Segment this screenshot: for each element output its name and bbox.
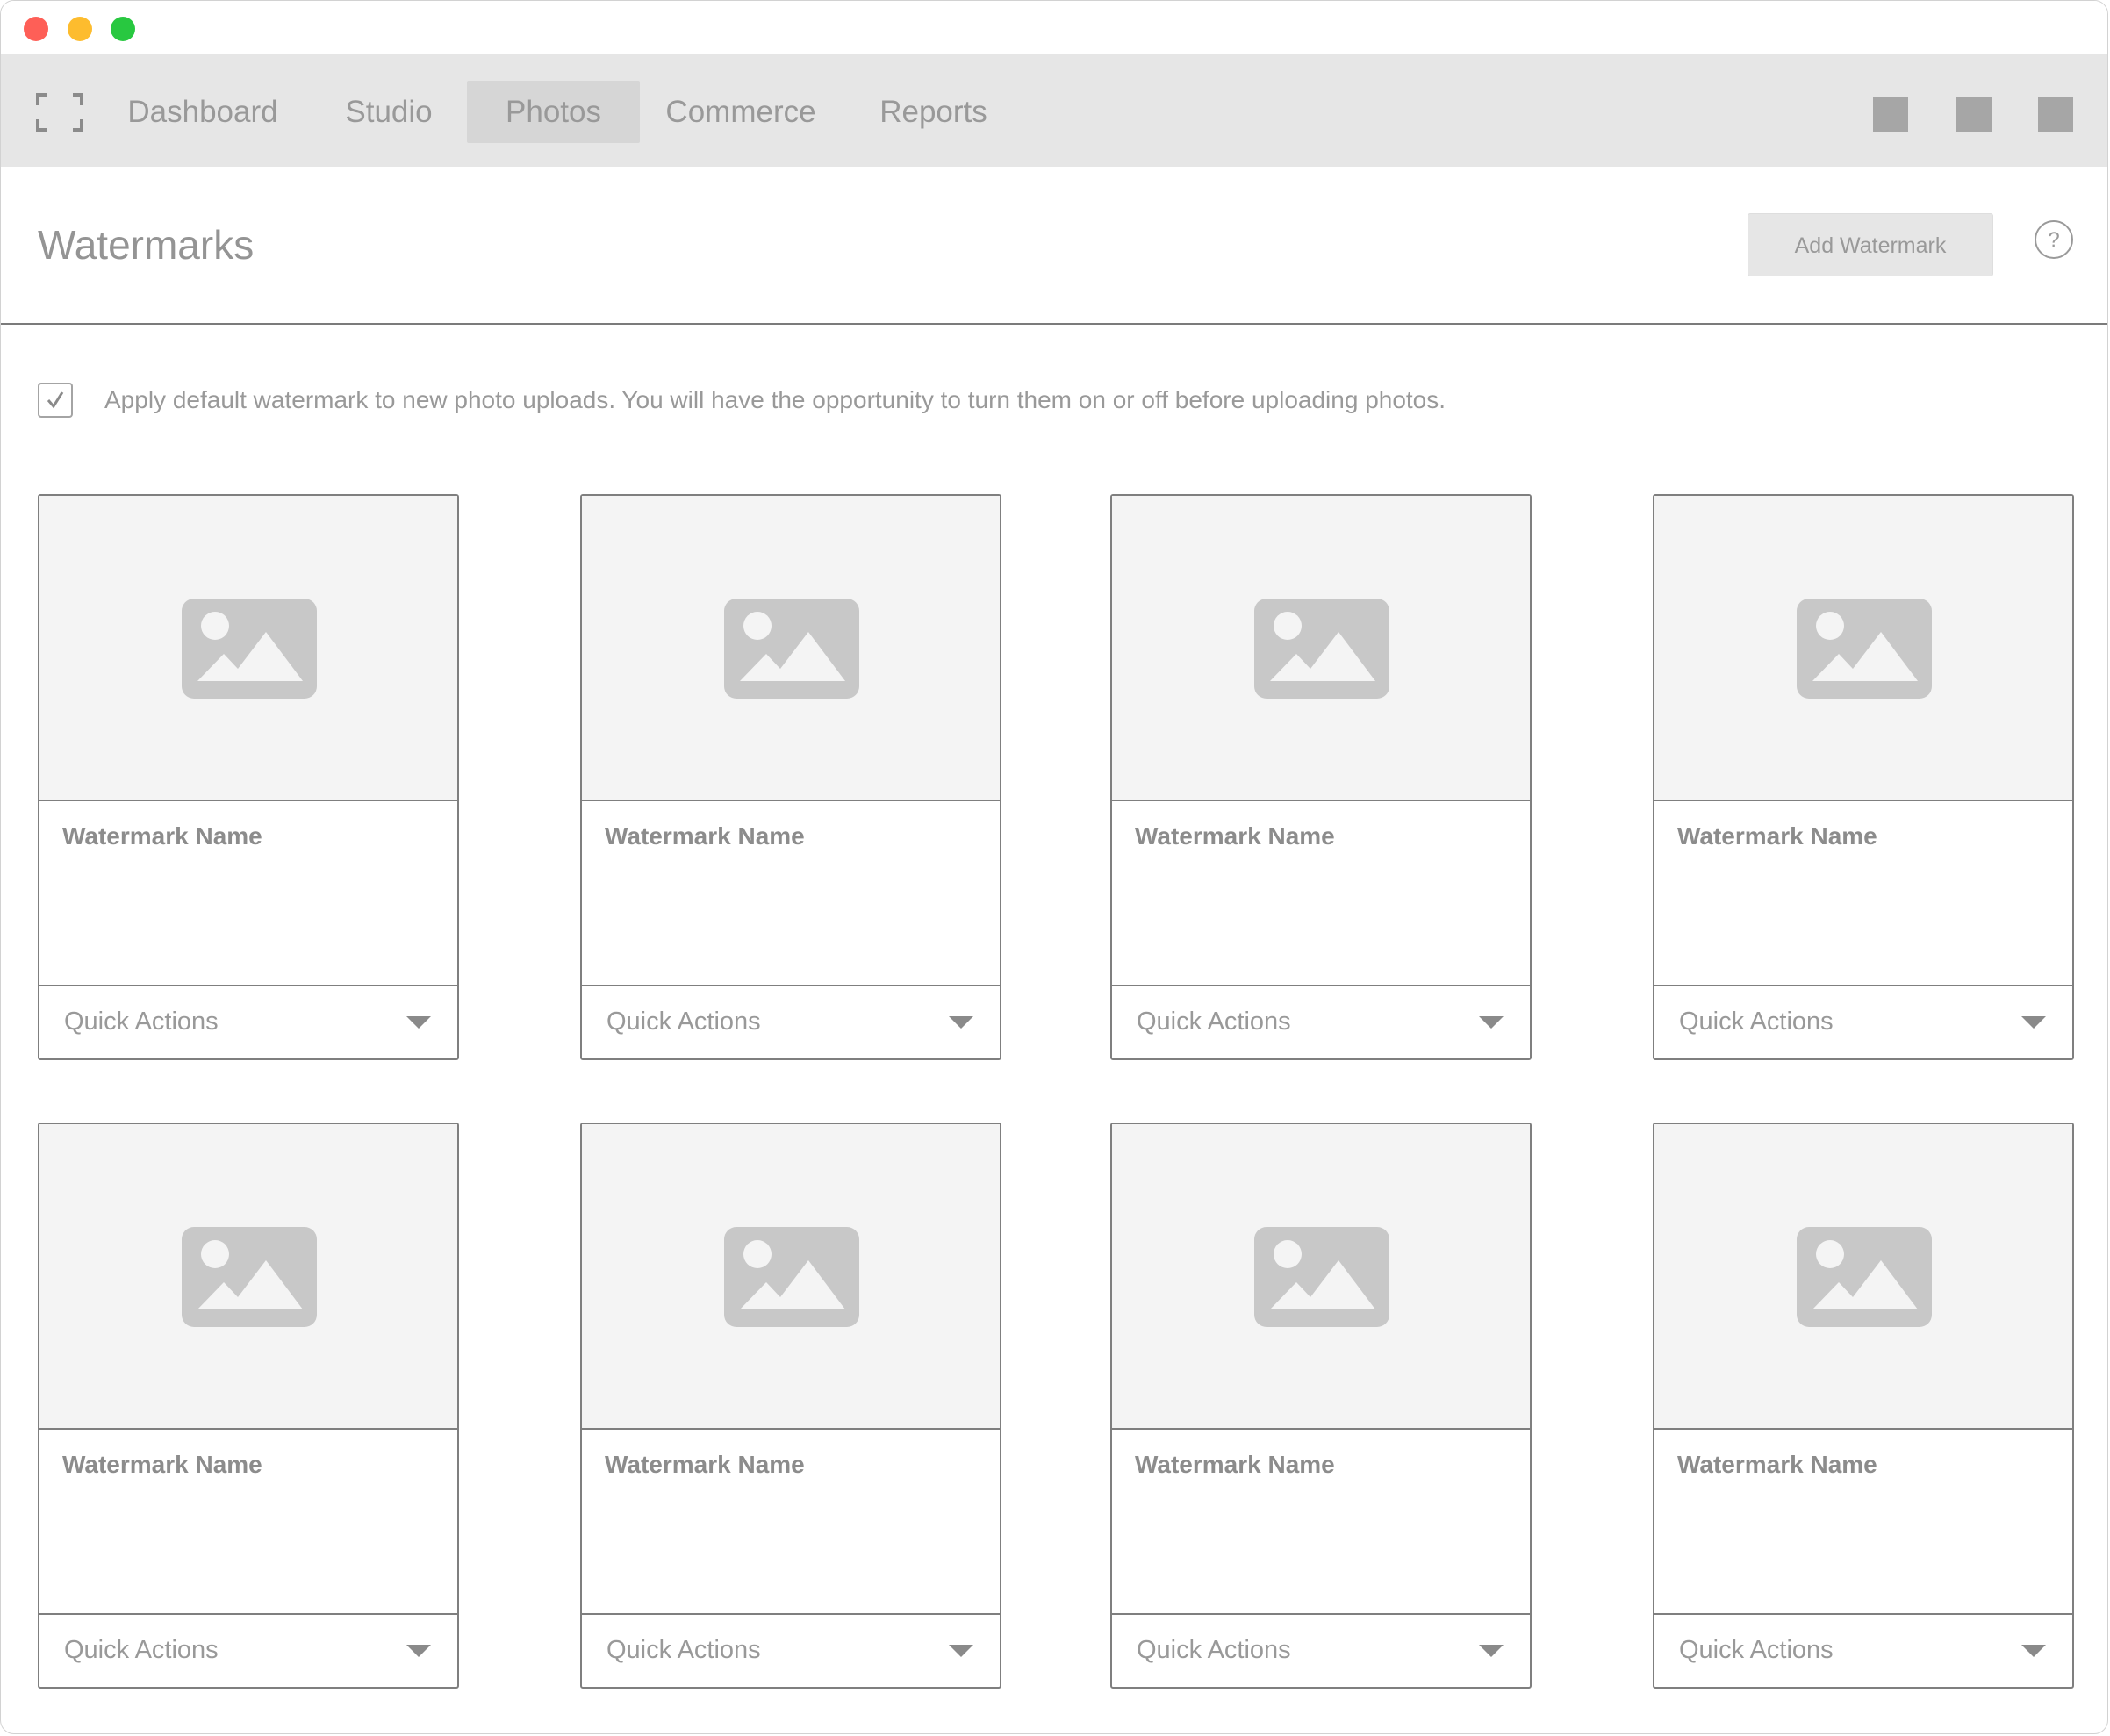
chevron-down-icon[interactable]: [406, 1645, 431, 1657]
watermark-name: Watermark Name: [1677, 822, 1877, 850]
tab-commerce[interactable]: Commerce: [657, 81, 824, 143]
watermark-preview: [582, 1124, 1000, 1430]
quick-actions-label: Quick Actions: [64, 1008, 219, 1036]
nav-action-3[interactable]: [2038, 97, 2073, 132]
default-watermark-setting: Apply default watermark to new photo upl…: [38, 383, 2056, 420]
watermark-card[interactable]: Watermark Name Quick Actions: [580, 1123, 1001, 1689]
checkmark-icon: [47, 391, 64, 409]
watermark-name: Watermark Name: [1135, 822, 1335, 850]
help-icon[interactable]: ?: [2034, 219, 2074, 260]
svg-text:?: ?: [2048, 228, 2059, 252]
watermark-name: Watermark Name: [605, 822, 805, 850]
quick-actions-dropdown[interactable]: Quick Actions: [1112, 1613, 1530, 1687]
add-watermark-button[interactable]: Add Watermark: [1748, 213, 1993, 276]
chevron-down-icon[interactable]: [2021, 1016, 2046, 1029]
watermark-card[interactable]: Watermark Name Quick Actions: [38, 1123, 459, 1689]
watermark-card[interactable]: Watermark Name Quick Actions: [1110, 494, 1532, 1060]
nav-action-2[interactable]: [1956, 97, 1992, 132]
quick-actions-dropdown[interactable]: Quick Actions: [582, 1613, 1000, 1687]
quick-actions-dropdown[interactable]: Quick Actions: [39, 985, 457, 1058]
quick-actions-label: Quick Actions: [64, 1636, 219, 1664]
fullscreen-icon[interactable]: [36, 93, 83, 132]
tab-studio[interactable]: Studio: [327, 81, 450, 143]
watermark-name: Watermark Name: [62, 822, 262, 850]
image-placeholder-icon: [724, 1227, 859, 1327]
tab-photos[interactable]: Photos: [467, 81, 640, 143]
chevron-down-icon[interactable]: [406, 1016, 431, 1029]
chevron-down-icon[interactable]: [1479, 1016, 1504, 1029]
quick-actions-label: Quick Actions: [606, 1008, 761, 1036]
quick-actions-label: Quick Actions: [606, 1636, 761, 1664]
quick-actions-dropdown[interactable]: Quick Actions: [1654, 1613, 2072, 1687]
page-title: Watermarks: [38, 222, 255, 268]
quick-actions-dropdown[interactable]: Quick Actions: [1112, 985, 1530, 1058]
tab-dashboard[interactable]: Dashboard: [115, 81, 291, 143]
watermark-preview: [1112, 1124, 1530, 1430]
minimize-window-button[interactable]: [68, 17, 92, 41]
watermark-name: Watermark Name: [605, 1451, 805, 1478]
image-placeholder-icon: [724, 599, 859, 699]
tab-reports[interactable]: Reports: [870, 81, 997, 143]
quick-actions-dropdown[interactable]: Quick Actions: [1654, 985, 2072, 1058]
title-bar: [1, 1, 2107, 54]
nav-action-1[interactable]: [1873, 97, 1908, 132]
watermark-preview: [1654, 496, 2072, 801]
close-window-button[interactable]: [24, 17, 48, 41]
watermark-preview: [582, 496, 1000, 801]
watermark-card[interactable]: Watermark Name Quick Actions: [1653, 494, 2074, 1060]
chevron-down-icon[interactable]: [949, 1016, 973, 1029]
watermark-card[interactable]: Watermark Name Quick Actions: [1653, 1123, 2074, 1689]
maximize-window-button[interactable]: [111, 17, 135, 41]
watermark-preview: [1112, 496, 1530, 801]
apply-default-checkbox[interactable]: [38, 383, 73, 418]
apply-default-label: Apply default watermark to new photo upl…: [104, 386, 1446, 413]
quick-actions-label: Quick Actions: [1137, 1008, 1291, 1036]
image-placeholder-icon: [1797, 599, 1932, 699]
quick-actions-label: Quick Actions: [1679, 1636, 1834, 1664]
image-placeholder-icon: [1797, 1227, 1932, 1327]
chevron-down-icon[interactable]: [2021, 1645, 2046, 1657]
image-placeholder-icon: [1254, 1227, 1389, 1327]
watermark-preview: [39, 1124, 457, 1430]
watermark-name: Watermark Name: [1677, 1451, 1877, 1478]
watermark-name: Watermark Name: [1135, 1451, 1335, 1478]
top-navigation: Dashboard Studio Photos Commerce Reports: [1, 54, 2107, 167]
watermark-name: Watermark Name: [62, 1451, 262, 1478]
chevron-down-icon[interactable]: [1479, 1645, 1504, 1657]
watermark-card[interactable]: Watermark Name Quick Actions: [580, 494, 1001, 1060]
watermark-preview: [1654, 1124, 2072, 1430]
image-placeholder-icon: [1254, 599, 1389, 699]
watermark-card[interactable]: Watermark Name Quick Actions: [38, 494, 459, 1060]
chevron-down-icon[interactable]: [949, 1645, 973, 1657]
quick-actions-label: Quick Actions: [1137, 1636, 1291, 1664]
quick-actions-label: Quick Actions: [1679, 1008, 1834, 1036]
image-placeholder-icon: [182, 1227, 317, 1327]
quick-actions-dropdown[interactable]: Quick Actions: [39, 1613, 457, 1687]
quick-actions-dropdown[interactable]: Quick Actions: [582, 985, 1000, 1058]
image-placeholder-icon: [182, 599, 317, 699]
page-header: Watermarks Add Watermark ?: [1, 167, 2107, 325]
watermark-card[interactable]: Watermark Name Quick Actions: [1110, 1123, 1532, 1689]
app-window: Dashboard Studio Photos Commerce Reports…: [0, 0, 2108, 1734]
watermark-preview: [39, 496, 457, 801]
